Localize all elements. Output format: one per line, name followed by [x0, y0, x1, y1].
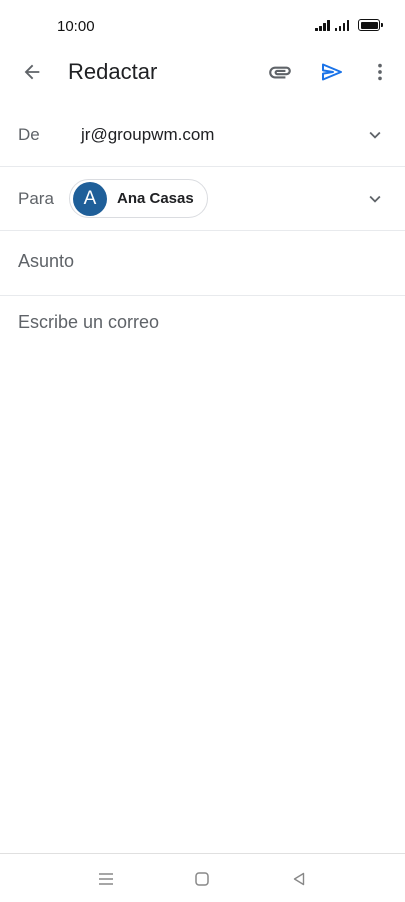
app-bar: Redactar [0, 52, 405, 92]
subject-input[interactable] [18, 251, 378, 272]
signal-icon [334, 19, 349, 31]
status-icons [315, 19, 383, 31]
arrow-back-icon [24, 64, 40, 80]
recipient-chip[interactable]: A Ana Casas [69, 179, 208, 218]
recipient-name: Ana Casas [117, 190, 194, 207]
from-address: jr@groupwm.com [81, 125, 215, 144]
to-label: Para [18, 189, 54, 208]
nav-back-button[interactable] [286, 866, 312, 892]
battery-icon [358, 19, 383, 31]
from-label: De [18, 125, 40, 144]
signal-icon [315, 19, 330, 31]
email-body-input[interactable] [18, 312, 388, 832]
status-bar: 10:00 [0, 0, 405, 52]
paperclip-icon [269, 66, 291, 79]
avatar: A [73, 181, 107, 216]
back-triangle-icon [293, 872, 305, 886]
nav-home-button[interactable] [189, 866, 215, 892]
to-expand-button[interactable] [363, 187, 387, 211]
to-row[interactable]: Para A Ana Casas [0, 167, 405, 231]
subject-row [0, 231, 405, 296]
nav-menu-button[interactable] [93, 866, 119, 892]
attach-button[interactable] [262, 54, 298, 90]
more-vert-icon [378, 63, 382, 81]
chevron-down-icon [369, 195, 381, 203]
page-title: Redactar [68, 59, 158, 84]
from-row[interactable]: De jr@groupwm.com [0, 103, 405, 167]
send-button[interactable] [314, 54, 350, 90]
send-icon [322, 63, 342, 81]
home-square-icon [195, 872, 209, 886]
more-options-button[interactable] [362, 54, 398, 90]
system-nav-bar [0, 853, 405, 902]
from-expand-button[interactable] [363, 123, 387, 147]
status-time: 10:00 [57, 18, 95, 35]
menu-icon [99, 873, 113, 885]
chevron-down-icon [369, 131, 381, 139]
back-button[interactable] [14, 54, 50, 90]
